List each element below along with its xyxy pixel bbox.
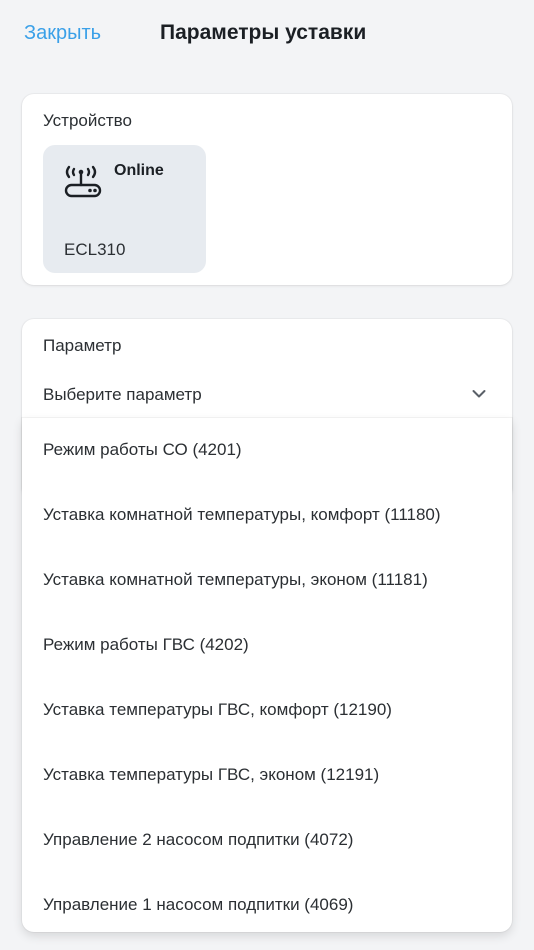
- device-section-label: Устройство: [43, 111, 132, 130]
- dropdown-option[interactable]: Уставка температуры ГВС, комфорт (12190): [22, 678, 512, 743]
- parameter-select-placeholder: Выберите параметр: [43, 385, 202, 404]
- dropdown-option[interactable]: Режим работы СО (4201): [22, 418, 512, 483]
- device-status: Online: [114, 162, 164, 179]
- chevron-down-icon: [472, 390, 486, 398]
- top-bar: Закрыть Параметры уставки: [0, 0, 534, 70]
- device-tile[interactable]: Online ECL310: [43, 145, 206, 273]
- dropdown-option[interactable]: Управление 1 насосом подпитки (4069): [22, 873, 512, 932]
- dropdown-option[interactable]: Управление 2 насосом подпитки (4072): [22, 808, 512, 873]
- device-card: Устройство Online ECL310: [22, 94, 512, 285]
- parameter-section-label: Параметр: [43, 336, 122, 355]
- router-icon: [64, 165, 102, 198]
- dropdown-option[interactable]: Уставка температуры ГВС, эконом (12191): [22, 743, 512, 808]
- dropdown-option[interactable]: Уставка комнатной температуры, эконом (1…: [22, 548, 512, 613]
- dropdown-option[interactable]: Режим работы ГВС (4202): [22, 613, 512, 678]
- close-button[interactable]: Закрыть: [24, 22, 101, 45]
- page-title: Параметры уставки: [160, 21, 367, 44]
- device-name: ECL310: [64, 240, 126, 259]
- parameter-dropdown-list: Режим работы СО (4201) Уставка комнатной…: [22, 418, 512, 932]
- dropdown-option[interactable]: Уставка комнатной температуры, комфорт (…: [22, 483, 512, 548]
- parameter-select[interactable]: Выберите параметр: [22, 375, 512, 419]
